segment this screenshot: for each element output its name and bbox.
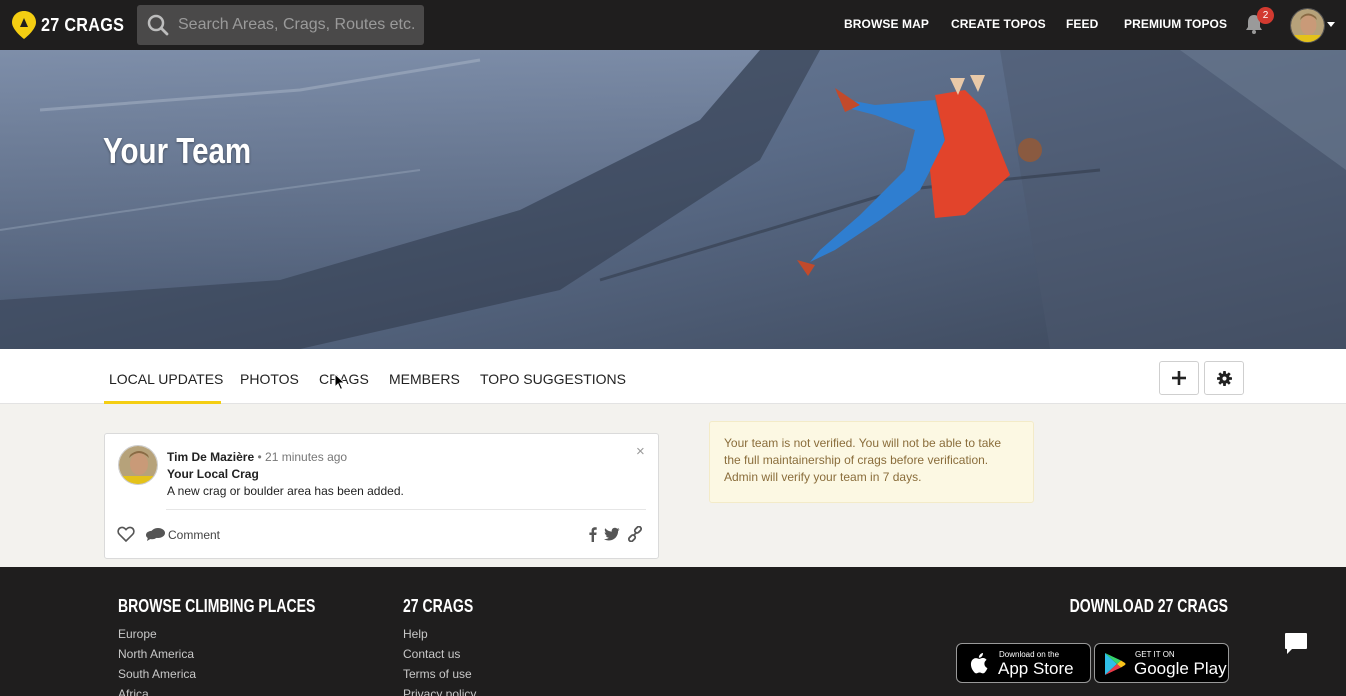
search-input[interactable] bbox=[178, 16, 418, 34]
logo[interactable]: 27 CRAGS bbox=[11, 10, 133, 40]
tab-photos[interactable]: PHOTOS bbox=[240, 371, 299, 387]
top-navbar: 27 CRAGS BROWSE MAP CREATE TOPOS FEED PR… bbox=[0, 0, 1346, 50]
appstore-small-text: Download on the bbox=[999, 650, 1060, 659]
footer-link-europe[interactable]: Europe bbox=[118, 627, 157, 641]
user-avatar-image bbox=[1291, 9, 1324, 42]
speech-bubbles-icon bbox=[146, 528, 165, 541]
close-icon[interactable]: × bbox=[636, 443, 645, 460]
tab-members[interactable]: MEMBERS bbox=[389, 371, 460, 387]
footer-link-africa[interactable]: Africa bbox=[118, 687, 149, 696]
nav-premium-topos[interactable]: PREMIUM TOPOS bbox=[1124, 17, 1227, 31]
app-store-button[interactable]: Download on the App Store bbox=[956, 643, 1091, 683]
apple-icon bbox=[970, 653, 988, 674]
feed-post-card: Tim De Mazière • 21 minutes ago Your Loc… bbox=[104, 433, 659, 559]
user-avatar[interactable] bbox=[1290, 8, 1325, 43]
comment-label: Comment bbox=[168, 527, 221, 542]
footer-heading-download: DOWNLOAD 27 CRAGS bbox=[1069, 596, 1228, 616]
post-time: • 21 minutes ago bbox=[257, 450, 348, 464]
notification-badge: 2 bbox=[1257, 7, 1274, 24]
chat-icon[interactable] bbox=[1283, 630, 1309, 656]
page-title: Your Team bbox=[103, 130, 252, 171]
googleplay-big-text: Google Play bbox=[1134, 659, 1227, 678]
chevron-down-icon[interactable] bbox=[1327, 22, 1335, 27]
google-play-icon bbox=[1105, 653, 1126, 675]
tab-local-updates[interactable]: LOCAL UPDATES bbox=[109, 371, 223, 387]
heart-icon[interactable] bbox=[117, 525, 135, 543]
hero-banner: Your Team bbox=[0, 50, 1346, 349]
link-icon[interactable] bbox=[627, 526, 643, 542]
googleplay-small-text: GET IT ON bbox=[1135, 650, 1175, 659]
footer-link-terms[interactable]: Terms of use bbox=[403, 667, 472, 681]
facebook-icon[interactable] bbox=[585, 526, 601, 542]
settings-button[interactable] bbox=[1204, 361, 1244, 395]
nav-feed[interactable]: FEED bbox=[1066, 17, 1098, 31]
hero-climber-image bbox=[0, 50, 1346, 349]
logo-text: 27 CRAGS bbox=[41, 14, 125, 35]
comment-button[interactable]: Comment bbox=[146, 527, 220, 542]
post-meta: Tim De Mazière • 21 minutes ago bbox=[167, 450, 347, 464]
search-bar[interactable] bbox=[137, 5, 424, 45]
google-play-button[interactable]: GET IT ON Google Play bbox=[1094, 643, 1229, 683]
active-tab-indicator bbox=[104, 401, 221, 404]
footer-link-north-america[interactable]: North America bbox=[118, 647, 194, 661]
footer-link-south-america[interactable]: South America bbox=[118, 667, 196, 681]
appstore-big-text: App Store bbox=[998, 659, 1074, 678]
divider bbox=[166, 509, 646, 510]
location-pin-logo-icon bbox=[12, 11, 36, 39]
footer-heading-27crags: 27 CRAGS bbox=[403, 596, 474, 616]
tab-bar: LOCAL UPDATES PHOTOS CRAGS MEMBERS TOPO … bbox=[0, 349, 1346, 404]
nav-create-topos[interactable]: CREATE TOPOS bbox=[951, 17, 1046, 31]
twitter-icon[interactable] bbox=[604, 526, 620, 542]
nav-browse-map[interactable]: BROWSE MAP bbox=[844, 17, 929, 31]
footer-link-contact[interactable]: Contact us bbox=[403, 647, 460, 661]
footer: BROWSE CLIMBING PLACES Europe North Amer… bbox=[0, 567, 1346, 696]
post-text: A new crag or boulder area has been adde… bbox=[167, 484, 404, 498]
tab-topo-suggestions[interactable]: TOPO SUGGESTIONS bbox=[480, 371, 626, 387]
verification-warning: Your team is not verified. You will not … bbox=[709, 421, 1034, 503]
footer-link-help[interactable]: Help bbox=[403, 627, 428, 641]
footer-heading-browse: BROWSE CLIMBING PLACES bbox=[118, 596, 316, 616]
mouse-cursor-icon bbox=[334, 373, 346, 391]
author-avatar-image bbox=[119, 446, 157, 484]
add-button[interactable] bbox=[1159, 361, 1199, 395]
gear-icon bbox=[1216, 370, 1232, 386]
avatar[interactable] bbox=[118, 445, 158, 485]
plus-icon bbox=[1172, 371, 1186, 385]
post-author[interactable]: Tim De Mazière bbox=[167, 450, 254, 464]
footer-link-privacy[interactable]: Privacy policy bbox=[403, 687, 476, 696]
post-title[interactable]: Your Local Crag bbox=[167, 467, 259, 481]
search-icon bbox=[147, 14, 169, 36]
